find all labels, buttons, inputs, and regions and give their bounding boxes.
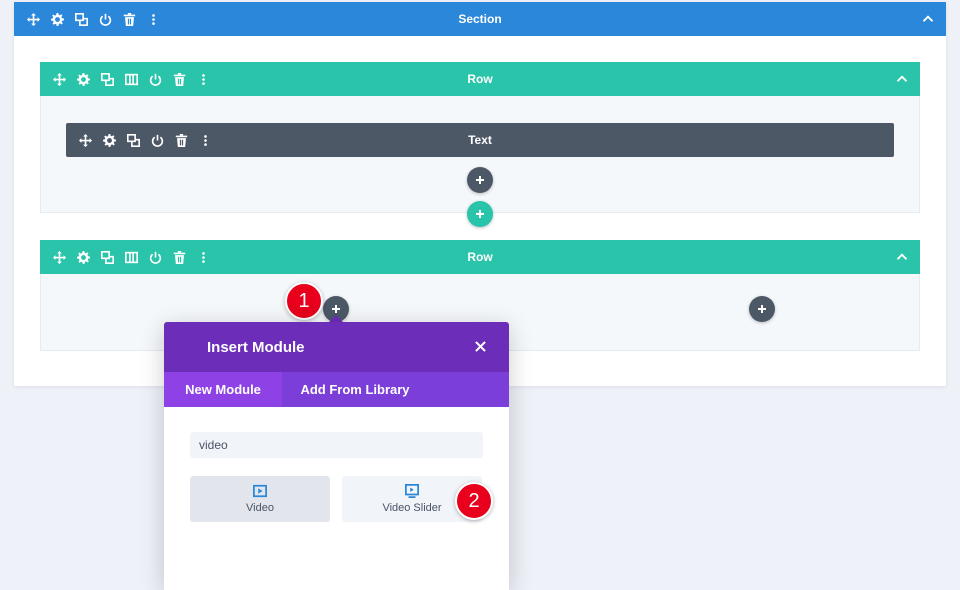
gear-icon[interactable] bbox=[76, 72, 91, 87]
duplicate-icon[interactable] bbox=[74, 12, 89, 27]
row-header[interactable]: Row bbox=[40, 240, 920, 274]
step-callout-1: 1 bbox=[285, 282, 323, 320]
more-icon[interactable] bbox=[196, 72, 211, 87]
plus-icon bbox=[757, 304, 767, 314]
plus-icon bbox=[475, 175, 485, 185]
video-slider-icon bbox=[405, 484, 419, 498]
tab-new-module[interactable]: New Module bbox=[164, 372, 282, 407]
trash-icon[interactable] bbox=[172, 250, 187, 265]
duplicate-icon[interactable] bbox=[100, 72, 115, 87]
search-input-value: video bbox=[199, 438, 228, 452]
add-row-button[interactable] bbox=[467, 201, 493, 227]
more-icon[interactable] bbox=[196, 250, 211, 265]
plus-icon bbox=[331, 304, 341, 314]
add-module-button[interactable] bbox=[467, 167, 493, 193]
trash-icon[interactable] bbox=[174, 133, 189, 148]
section-header[interactable]: Section bbox=[14, 2, 946, 36]
duplicate-icon[interactable] bbox=[100, 250, 115, 265]
module-video-slider-label: Video Slider bbox=[382, 502, 441, 514]
duplicate-icon[interactable] bbox=[126, 133, 141, 148]
chevron-up-icon[interactable] bbox=[894, 249, 910, 265]
more-icon[interactable] bbox=[198, 133, 213, 148]
gear-icon[interactable] bbox=[76, 250, 91, 265]
module-toolbar bbox=[78, 133, 213, 148]
row-toolbar bbox=[52, 250, 211, 265]
gear-icon[interactable] bbox=[102, 133, 117, 148]
row-toolbar bbox=[52, 72, 211, 87]
modal-title: Insert Module bbox=[207, 339, 305, 356]
power-icon[interactable] bbox=[98, 12, 113, 27]
modal-tabs: New Module Add From Library bbox=[164, 372, 509, 407]
columns-icon[interactable] bbox=[124, 250, 139, 265]
add-module-button-column-2[interactable] bbox=[749, 296, 775, 322]
module-search-input[interactable]: video bbox=[190, 432, 483, 458]
move-icon[interactable] bbox=[26, 12, 41, 27]
text-module[interactable]: Text bbox=[66, 123, 894, 157]
video-icon bbox=[253, 484, 267, 498]
move-icon[interactable] bbox=[52, 250, 67, 265]
columns-icon[interactable] bbox=[124, 72, 139, 87]
close-icon[interactable] bbox=[472, 338, 488, 354]
trash-icon[interactable] bbox=[172, 72, 187, 87]
move-icon[interactable] bbox=[52, 72, 67, 87]
move-icon[interactable] bbox=[78, 133, 93, 148]
power-icon[interactable] bbox=[148, 250, 163, 265]
power-icon[interactable] bbox=[150, 133, 165, 148]
chevron-up-icon[interactable] bbox=[920, 11, 936, 27]
more-icon[interactable] bbox=[146, 12, 161, 27]
tab-add-from-library[interactable]: Add From Library bbox=[282, 372, 428, 407]
modal-header: Insert Module bbox=[164, 322, 509, 372]
row-header[interactable]: Row bbox=[40, 62, 920, 96]
module-video[interactable]: Video bbox=[190, 476, 330, 522]
module-video-label: Video bbox=[246, 502, 274, 514]
plus-icon bbox=[475, 209, 485, 219]
gear-icon[interactable] bbox=[50, 12, 65, 27]
insert-module-modal: Insert Module New Module Add From Librar… bbox=[164, 322, 509, 590]
power-icon[interactable] bbox=[148, 72, 163, 87]
chevron-up-icon[interactable] bbox=[894, 71, 910, 87]
step-callout-2: 2 bbox=[455, 482, 493, 520]
trash-icon[interactable] bbox=[122, 12, 137, 27]
section-toolbar bbox=[26, 12, 161, 27]
